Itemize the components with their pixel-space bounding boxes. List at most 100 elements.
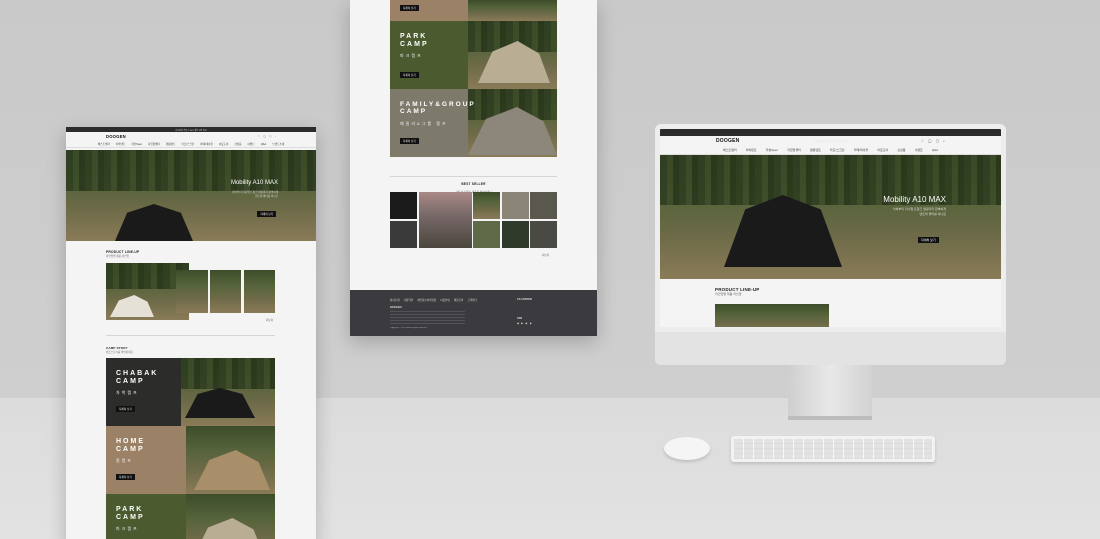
- nav-item[interactable]: 이벤트: [248, 142, 255, 146]
- kakao-icon[interactable]: ◉: [530, 322, 532, 325]
- camp-family-button[interactable]: 자세히 보기: [400, 138, 419, 145]
- youtube-icon[interactable]: ▶: [521, 322, 523, 325]
- camp-park-button[interactable]: 자세히 보기: [400, 72, 419, 79]
- camp-family-block[interactable]: FAMILY&GROUP CAMP 패밀리&그룹 캠프 자세히 보기: [390, 89, 557, 157]
- footer-link[interactable]: 이용약관: [404, 298, 414, 302]
- logo[interactable]: DOOGEN: [106, 134, 126, 139]
- product-thumb[interactable]: [501, 220, 529, 248]
- nav-item[interactable]: 아웃도어: [219, 142, 229, 146]
- nav-item[interactable]: 캠핑텐트: [810, 148, 821, 152]
- footer-link[interactable]: 회사소개: [390, 298, 400, 302]
- footer-link[interactable]: 개인정보처리방침: [417, 298, 436, 302]
- header-icons: ♡ ◯ ▢ ⌕: [258, 135, 276, 138]
- imac-hero-tent-image: [724, 195, 842, 267]
- nav-item[interactable]: 카페/테이블: [854, 148, 869, 152]
- product-thumb[interactable]: [390, 192, 417, 219]
- imac-stand: [788, 365, 872, 420]
- lineup-tent-image: [110, 295, 154, 317]
- nav-item[interactable]: 캠핑텐트: [166, 142, 176, 146]
- hero-line-2: 텐트와 쉘터를 하나로: [255, 195, 278, 198]
- camp-home-block-partial[interactable]: 자세히 보기: [390, 0, 557, 21]
- blog-icon[interactable]: ◉: [525, 322, 527, 325]
- camp-park-tent: [194, 518, 264, 539]
- nav-item[interactable]: 카본Spec: [766, 148, 778, 152]
- nav-item[interactable]: 브랜드소개: [272, 142, 284, 146]
- imac-hero-line-2: 텐트와 쉘터를 하나로: [919, 212, 946, 216]
- cart-icon[interactable]: ▢: [936, 139, 939, 143]
- camp-park-photo: [186, 494, 275, 539]
- camp-home-photo: [186, 426, 275, 494]
- search-icon[interactable]: ⌕: [943, 139, 945, 143]
- user-icon[interactable]: ◯: [263, 135, 266, 138]
- search-icon[interactable]: ⌕: [275, 135, 276, 138]
- hero-button[interactable]: 자세히 보기: [257, 211, 276, 218]
- nav-item[interactable]: 카본Spec: [131, 142, 142, 146]
- product-thumb[interactable]: [390, 220, 417, 248]
- camp-home-button[interactable]: 자세히 보기: [116, 474, 135, 481]
- camp-home-button-partial[interactable]: 자세히 보기: [400, 5, 419, 12]
- imac-lineup-card[interactable]: [715, 304, 829, 327]
- nav-item[interactable]: 신상품: [897, 148, 905, 152]
- product-thumb[interactable]: [473, 192, 500, 219]
- nav-item[interactable]: 카페/테이블: [200, 142, 213, 146]
- imac-chin: [655, 332, 1006, 365]
- lineup-card[interactable]: [176, 270, 208, 313]
- nav-item[interactable]: 베스트셀러: [98, 142, 110, 146]
- camp-chabak-block[interactable]: CHABAK CAMP 차박캠프 자세히 보기: [106, 358, 275, 426]
- nav-item[interactable]: 자립형쉘터: [148, 142, 160, 146]
- camp-family-kr: 패밀리&그룹 캠프: [400, 121, 448, 126]
- nav-item[interactable]: Q&A: [261, 143, 266, 146]
- imac-hero-button[interactable]: 자세히 보기: [918, 237, 939, 244]
- cart-icon[interactable]: ▢: [269, 135, 271, 138]
- nav-item[interactable]: 아웃도어: [877, 148, 888, 152]
- mockup-center-page: 자세히 보기 PARK CAMP 파크캠프 자세히 보기 FAMILY&GROU…: [350, 0, 597, 336]
- imac-top-banner-text: 신규회원 가입 시 10% 할인 쿠폰 지급: [813, 141, 848, 143]
- keyboard-keys: [734, 439, 932, 459]
- camp-chabak-title: CHABAK CAMP: [116, 370, 159, 385]
- lineup-more-link[interactable]: 더보기: [266, 318, 273, 322]
- camp-chabak-tent: [185, 388, 255, 418]
- footer-link[interactable]: 고객센터: [467, 298, 477, 302]
- imac-hero-line-1: 차박부터 미니멀 트렁크 캠핑까지 완벽하게: [892, 207, 946, 211]
- hero-banner[interactable]: Mobility A10 MAX 차박부터 미니멀 트렁크 캠핑까지 완벽하게 …: [66, 150, 316, 241]
- nav-item[interactable]: 신상품: [234, 142, 241, 146]
- camp-park-kr-center: 파크캠프: [400, 53, 423, 58]
- nav-item[interactable]: Q&A: [932, 148, 938, 152]
- imac-hero-banner[interactable]: Mobility A10 MAX 차박부터 미니멀 트렁크 캠핑까지 완벽하게 …: [660, 155, 1001, 279]
- instagram-icon[interactable]: ◉: [517, 322, 519, 325]
- nav-item[interactable]: 차박텐트: [116, 142, 126, 146]
- imac-logo[interactable]: DOOGEN: [716, 138, 739, 144]
- footer-link[interactable]: 이용안내: [440, 298, 450, 302]
- camp-story-heading: CAMP STORY 캠프스토리를 확인하세요: [106, 346, 133, 354]
- imac-lineup-heading: PRODUCT LINE-UP 라인업별 제품 라인업: [715, 287, 760, 296]
- camp-park-photo-center: [468, 21, 557, 89]
- lineup-card[interactable]: [244, 270, 275, 313]
- camp-park-block[interactable]: PARK CAMP 파크캠프: [106, 494, 275, 539]
- camp-park-block-center[interactable]: PARK CAMP 파크캠프 자세히 보기: [390, 21, 557, 89]
- camp-home-block[interactable]: HOME CAMP 홈캠프 자세히 보기: [106, 426, 275, 494]
- camp-chabak-button[interactable]: 자세히 보기: [116, 406, 135, 413]
- footer-links: 회사소개 이용약관 개인정보처리방침 이용안내 제휴문의 고객센터: [390, 298, 477, 302]
- heart-icon[interactable]: ♡: [258, 135, 260, 138]
- camp-story-subtitle: 캠프스토리를 확인하세요: [106, 351, 133, 354]
- camp-home-title: HOME CAMP: [116, 438, 145, 453]
- product-thumb[interactable]: [418, 192, 472, 248]
- footer-sns-label: SNS: [517, 317, 523, 320]
- product-thumb[interactable]: [530, 192, 557, 219]
- best-seller-more-link[interactable]: 더보기: [542, 253, 549, 257]
- nav-item[interactable]: 이벤트: [915, 148, 923, 152]
- product-thumb[interactable]: [473, 220, 500, 248]
- nav-item[interactable]: 베스트셀러: [723, 148, 737, 152]
- product-thumb[interactable]: [501, 192, 529, 219]
- footer-link[interactable]: 제휴문의: [454, 298, 464, 302]
- heart-icon[interactable]: ♡: [921, 139, 924, 143]
- product-thumb[interactable]: [530, 220, 557, 248]
- lineup-card[interactable]: [210, 270, 241, 313]
- camp-park-kr: 파크캠프: [116, 526, 139, 531]
- camp-family-photo: [468, 89, 557, 157]
- nav-item[interactable]: 차박텐트: [746, 148, 757, 152]
- nav-item[interactable]: 타프/스크린: [182, 142, 195, 146]
- nav-item[interactable]: 자립형쉘터: [787, 148, 801, 152]
- nav-item[interactable]: 타프/스크린: [830, 148, 845, 152]
- user-icon[interactable]: ◯: [928, 139, 932, 143]
